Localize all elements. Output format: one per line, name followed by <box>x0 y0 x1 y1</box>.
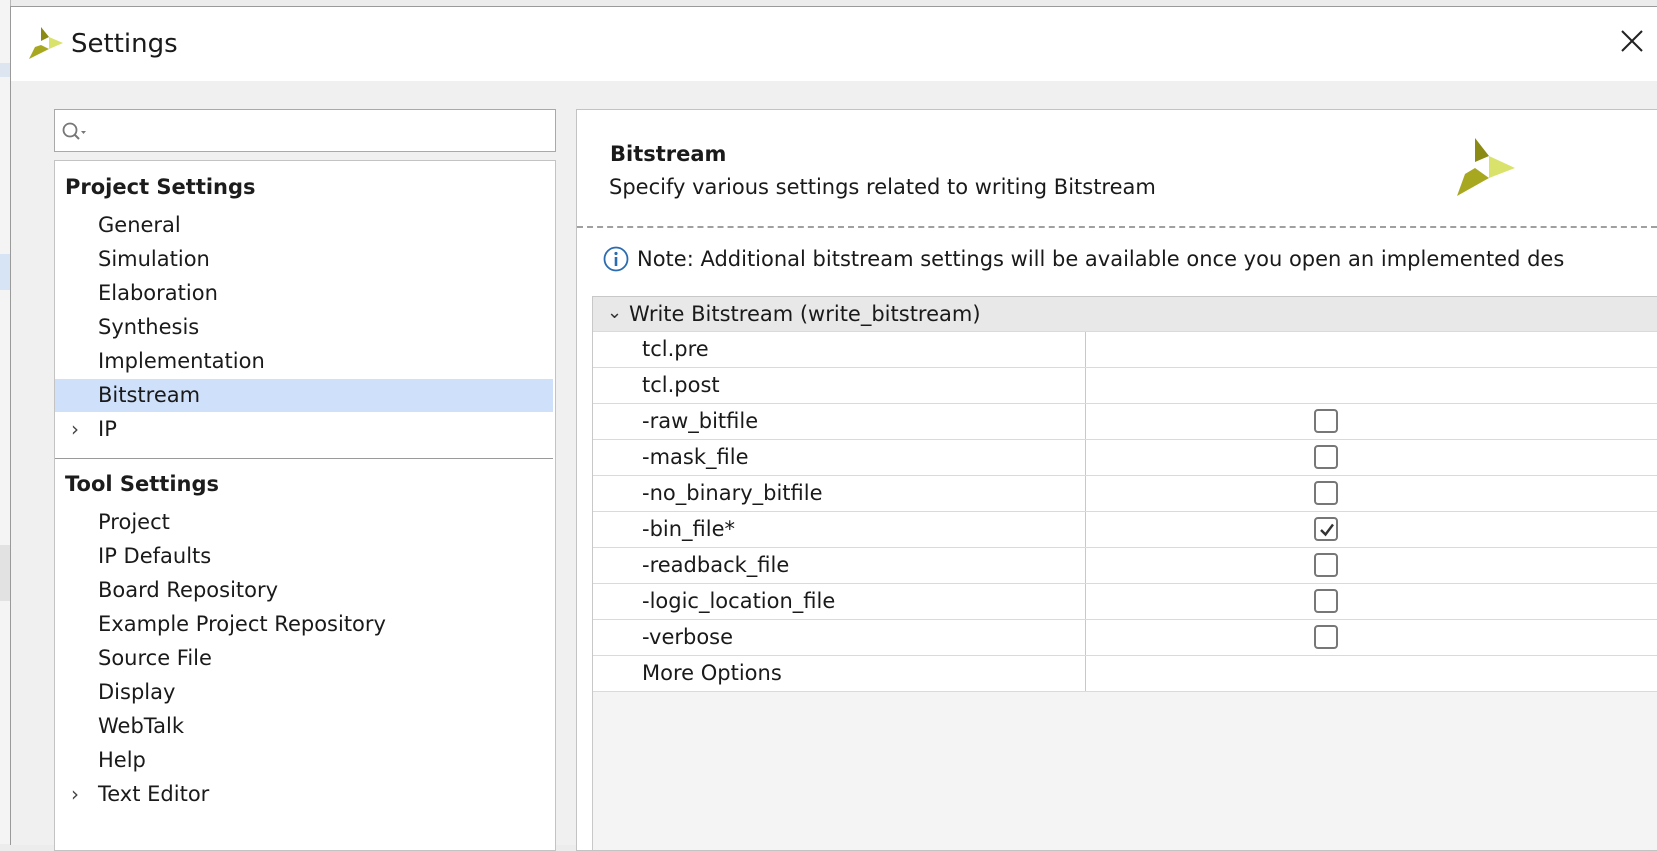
option-row-raw-bitfile: -raw_bitfile <box>593 403 1657 439</box>
no-binary-bitfile-checkbox[interactable] <box>1314 481 1338 505</box>
chevron-right-icon[interactable]: › <box>71 778 79 811</box>
option-name: -logic_location_file <box>642 589 836 613</box>
nav-item-display[interactable]: Display <box>55 676 553 709</box>
option-name: -mask_file <box>642 445 749 469</box>
nav-item-simulation[interactable]: Simulation <box>55 243 553 276</box>
vivado-logo-icon <box>1455 136 1517 202</box>
option-name: -readback_file <box>642 553 790 577</box>
bin-file-checkbox[interactable] <box>1314 517 1338 541</box>
nav-item-project[interactable]: Project <box>55 506 553 539</box>
close-button[interactable] <box>1608 17 1657 67</box>
option-row-logic-location-file: -logic_location_file <box>593 583 1657 619</box>
option-row-verbose: -verbose <box>593 619 1657 655</box>
info-icon <box>603 246 629 276</box>
table-empty-area <box>593 691 1657 850</box>
close-icon <box>1621 30 1643 52</box>
nav-item-label: Example Project Repository <box>98 612 386 636</box>
nav-item-board-repository[interactable]: Board Repository <box>55 574 553 607</box>
write-bitstream-group[interactable]: ⌄ Write Bitstream (write_bitstream) <box>593 297 1657 331</box>
nav-item-label: Help <box>98 748 146 772</box>
tool-settings-header: Tool Settings <box>65 472 220 496</box>
project-settings-header: Project Settings <box>65 175 256 199</box>
nav-item-label: Board Repository <box>98 578 279 602</box>
section-divider <box>55 458 553 459</box>
chevron-right-icon[interactable]: › <box>71 413 79 446</box>
nav-item-label: Display <box>98 680 176 704</box>
group-label: Write Bitstream (write_bitstream) <box>629 302 981 326</box>
nav-item-label: Source File <box>98 646 212 670</box>
options-table: ⌄ Write Bitstream (write_bitstream) tcl.… <box>592 296 1657 850</box>
settings-dialog: Settings Project Settings General Simula… <box>10 6 1657 851</box>
nav-item-webtalk[interactable]: WebTalk <box>55 710 553 743</box>
verbose-checkbox[interactable] <box>1314 625 1338 649</box>
chevron-down-icon[interactable]: ⌄ <box>607 296 622 330</box>
nav-item-label: Synthesis <box>98 315 200 339</box>
logic-location-file-checkbox[interactable] <box>1314 589 1338 613</box>
option-row-bin-file: -bin_file* <box>593 511 1657 547</box>
section-description: Specify various settings related to writ… <box>609 175 1156 199</box>
header-separator <box>577 226 1657 228</box>
nav-item-label: Implementation <box>98 349 265 373</box>
readback-file-checkbox[interactable] <box>1314 553 1338 577</box>
nav-item-label: Elaboration <box>98 281 218 305</box>
option-value-field[interactable] <box>1085 368 1657 403</box>
search-icon <box>62 122 86 140</box>
nav-item-label: Simulation <box>98 247 210 271</box>
checkmark-icon <box>1320 523 1334 537</box>
option-name: -verbose <box>642 625 734 649</box>
vivado-logo-icon <box>27 25 65 65</box>
nav-item-general[interactable]: General <box>55 209 553 242</box>
option-row-tcl-post: tcl.post <box>593 367 1657 403</box>
option-name: -no_binary_bitfile <box>642 481 823 505</box>
nav-item-label: IP Defaults <box>98 544 212 568</box>
nav-item-implementation[interactable]: Implementation <box>55 345 553 378</box>
nav-item-label: Text Editor <box>98 782 210 806</box>
search-input[interactable] <box>87 116 551 146</box>
nav-item-text-editor[interactable]: › Text Editor <box>55 778 553 811</box>
nav-item-label: Project <box>98 510 170 534</box>
settings-nav-tree: Project Settings General Simulation Elab… <box>54 160 556 851</box>
nav-item-synthesis[interactable]: Synthesis <box>55 311 553 344</box>
option-value-field[interactable] <box>1085 656 1657 691</box>
option-value-field[interactable] <box>1085 332 1657 367</box>
note-message: Note: Additional bitstream settings will… <box>637 247 1565 271</box>
search-field[interactable] <box>54 109 556 152</box>
mask-file-checkbox[interactable] <box>1314 445 1338 469</box>
nav-item-label: General <box>98 213 181 237</box>
option-row-tcl-pre: tcl.pre <box>593 331 1657 367</box>
option-name: tcl.post <box>642 373 720 397</box>
nav-item-elaboration[interactable]: Elaboration <box>55 277 553 310</box>
bitstream-settings-panel: Bitstream Specify various settings relat… <box>576 109 1657 851</box>
nav-item-help[interactable]: Help <box>55 744 553 777</box>
option-row-readback-file: -readback_file <box>593 547 1657 583</box>
nav-item-label: WebTalk <box>98 714 184 738</box>
nav-item-ip-defaults[interactable]: IP Defaults <box>55 540 553 573</box>
nav-item-label: Bitstream <box>98 383 201 407</box>
option-name: -raw_bitfile <box>642 409 759 433</box>
option-name: -bin_file* <box>642 517 736 541</box>
option-row-no-binary-bitfile: -no_binary_bitfile <box>593 475 1657 511</box>
option-name: tcl.pre <box>642 337 709 361</box>
nav-item-bitstream[interactable]: Bitstream <box>55 379 553 412</box>
section-title: Bitstream <box>610 142 727 166</box>
nav-item-ip[interactable]: › IP <box>55 413 553 446</box>
nav-item-source-file[interactable]: Source File <box>55 642 553 675</box>
nav-item-example-project-repository[interactable]: Example Project Repository <box>55 608 553 641</box>
title-bar: Settings <box>11 7 1657 81</box>
nav-item-label: IP <box>98 417 117 441</box>
window-title: Settings <box>71 29 178 59</box>
raw-bitfile-checkbox[interactable] <box>1314 409 1338 433</box>
option-row-mask-file: -mask_file <box>593 439 1657 475</box>
option-name: More Options <box>642 661 782 685</box>
option-row-more-options: More Options <box>593 655 1657 691</box>
